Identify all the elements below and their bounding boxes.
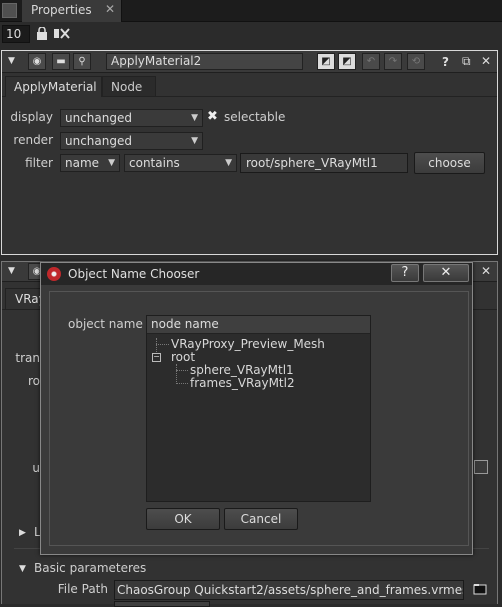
- chevron-down-icon: ▼: [191, 113, 198, 123]
- ok-button[interactable]: OK: [146, 508, 220, 530]
- forward-icon[interactable]: ↷: [384, 53, 402, 70]
- tab-properties[interactable]: Properties ✕: [22, 0, 122, 22]
- tab-vray[interactable]: VRay: [5, 288, 46, 309]
- reset-icon[interactable]: ⟲: [407, 53, 425, 70]
- folder-icon[interactable]: [473, 582, 487, 596]
- lock-icon[interactable]: [36, 26, 48, 40]
- pane-menu-icon[interactable]: [2, 3, 17, 18]
- close-panel-icon[interactable]: ✕: [481, 264, 491, 278]
- tab-properties-label: Properties: [31, 3, 92, 17]
- close-button[interactable]: ✕: [423, 264, 469, 282]
- panel-header: ▼ ◉ ▬ ⚲ ApplyMaterial2 ◩ ◩ ↶ ↷ ⟲ ? ⧉ ✕: [2, 51, 497, 73]
- expand-triangle-icon[interactable]: ▶: [19, 528, 26, 538]
- display-value: unchanged: [65, 111, 132, 125]
- selectable-label: selectable: [224, 110, 286, 124]
- tab-applymaterial[interactable]: ApplyMaterial: [5, 76, 102, 97]
- object-name-label: object name: [68, 317, 143, 331]
- node-color-icon[interactable]: ⚲: [73, 53, 91, 70]
- filter-mode-value: name: [65, 156, 100, 170]
- rotate-label: ro: [27, 374, 40, 388]
- render-dropdown[interactable]: unchanged ▼: [60, 132, 203, 150]
- max-panels-field[interactable]: 10: [2, 25, 30, 43]
- display-label: display: [10, 110, 53, 124]
- revert-icon[interactable]: ↶: [362, 53, 380, 70]
- tree-guide: [176, 364, 177, 384]
- dialog-titlebar[interactable]: Object Name Chooser ? ✕: [41, 263, 472, 285]
- uniform-label: u: [32, 461, 40, 475]
- render-value: unchanged: [65, 134, 132, 148]
- basic-parameters-label: Basic parameteres: [34, 561, 147, 575]
- app-logo-icon: [47, 267, 61, 281]
- properties-toolbar: 10: [0, 22, 502, 46]
- display-dropdown[interactable]: unchanged ▼: [60, 109, 203, 127]
- help-icon[interactable]: ?: [442, 55, 449, 69]
- collapse-triangle-icon[interactable]: ▼: [8, 266, 15, 276]
- float-panel-icon[interactable]: ⧉: [462, 54, 471, 69]
- filter-label: filter: [25, 156, 53, 170]
- cancel-button[interactable]: Cancel: [224, 508, 298, 530]
- node-properties-panel: ▼ ◉ ▬ ⚲ ApplyMaterial2 ◩ ◩ ↶ ↷ ⟲ ? ⧉ ✕ A…: [1, 50, 498, 255]
- undo-panel-icon[interactable]: ◩: [317, 53, 335, 70]
- choose-button[interactable]: choose: [414, 152, 485, 174]
- clear-panels-icon[interactable]: [54, 27, 70, 40]
- node-tabs: ApplyMaterial Node: [2, 75, 497, 97]
- render-label: render: [13, 133, 53, 147]
- next-field[interactable]: [114, 601, 210, 607]
- panel-tab-strip: Properties ✕: [0, 0, 502, 22]
- chevron-down-icon: ▼: [225, 158, 232, 168]
- selectable-checkbox[interactable]: ✖: [207, 110, 219, 123]
- collapse-toggle-icon[interactable]: −: [152, 353, 161, 362]
- close-icon[interactable]: ✕: [105, 2, 115, 16]
- tree-guide: [176, 370, 188, 371]
- redo-panel-icon[interactable]: ◩: [338, 53, 356, 70]
- chevron-down-icon: ▼: [108, 158, 115, 168]
- tree-item[interactable]: frames_VRayMtl2: [190, 377, 295, 390]
- filter-mode-dropdown[interactable]: name ▼: [60, 154, 120, 172]
- file-path-label: File Path: [57, 582, 108, 596]
- tree-guide: [156, 344, 169, 345]
- filter-op-value: contains: [129, 156, 180, 170]
- translate-label: tran: [15, 351, 40, 365]
- tab-node[interactable]: Node: [102, 76, 156, 97]
- dialog-title: Object Name Chooser: [68, 267, 200, 281]
- object-name-chooser-dialog: Object Name Chooser ? ✕ object name node…: [40, 262, 473, 555]
- filter-value-field[interactable]: root/sphere_VRayMtl1: [240, 153, 408, 173]
- color-picker-icon[interactable]: ▬: [52, 53, 70, 70]
- node-name-tree[interactable]: node name VRayProxy_Preview_Mesh − root …: [146, 315, 371, 502]
- file-path-field[interactable]: ChaosGroup Quickstart2/assets/sphere_and…: [114, 580, 464, 600]
- view-node-icon[interactable]: ◉: [28, 53, 46, 70]
- close-panel-icon[interactable]: ✕: [481, 54, 491, 68]
- tree-header[interactable]: node name: [147, 316, 370, 334]
- chevron-down-icon: ▼: [191, 136, 198, 146]
- checkbox-right[interactable]: [474, 460, 488, 474]
- node-name-field[interactable]: ApplyMaterial2: [106, 53, 303, 70]
- collapse-triangle-icon[interactable]: ▼: [19, 564, 26, 574]
- tree-guide: [176, 383, 188, 384]
- filter-op-dropdown[interactable]: contains ▼: [124, 154, 237, 172]
- help-button[interactable]: ?: [391, 264, 419, 282]
- collapse-triangle-icon[interactable]: ▼: [8, 56, 15, 66]
